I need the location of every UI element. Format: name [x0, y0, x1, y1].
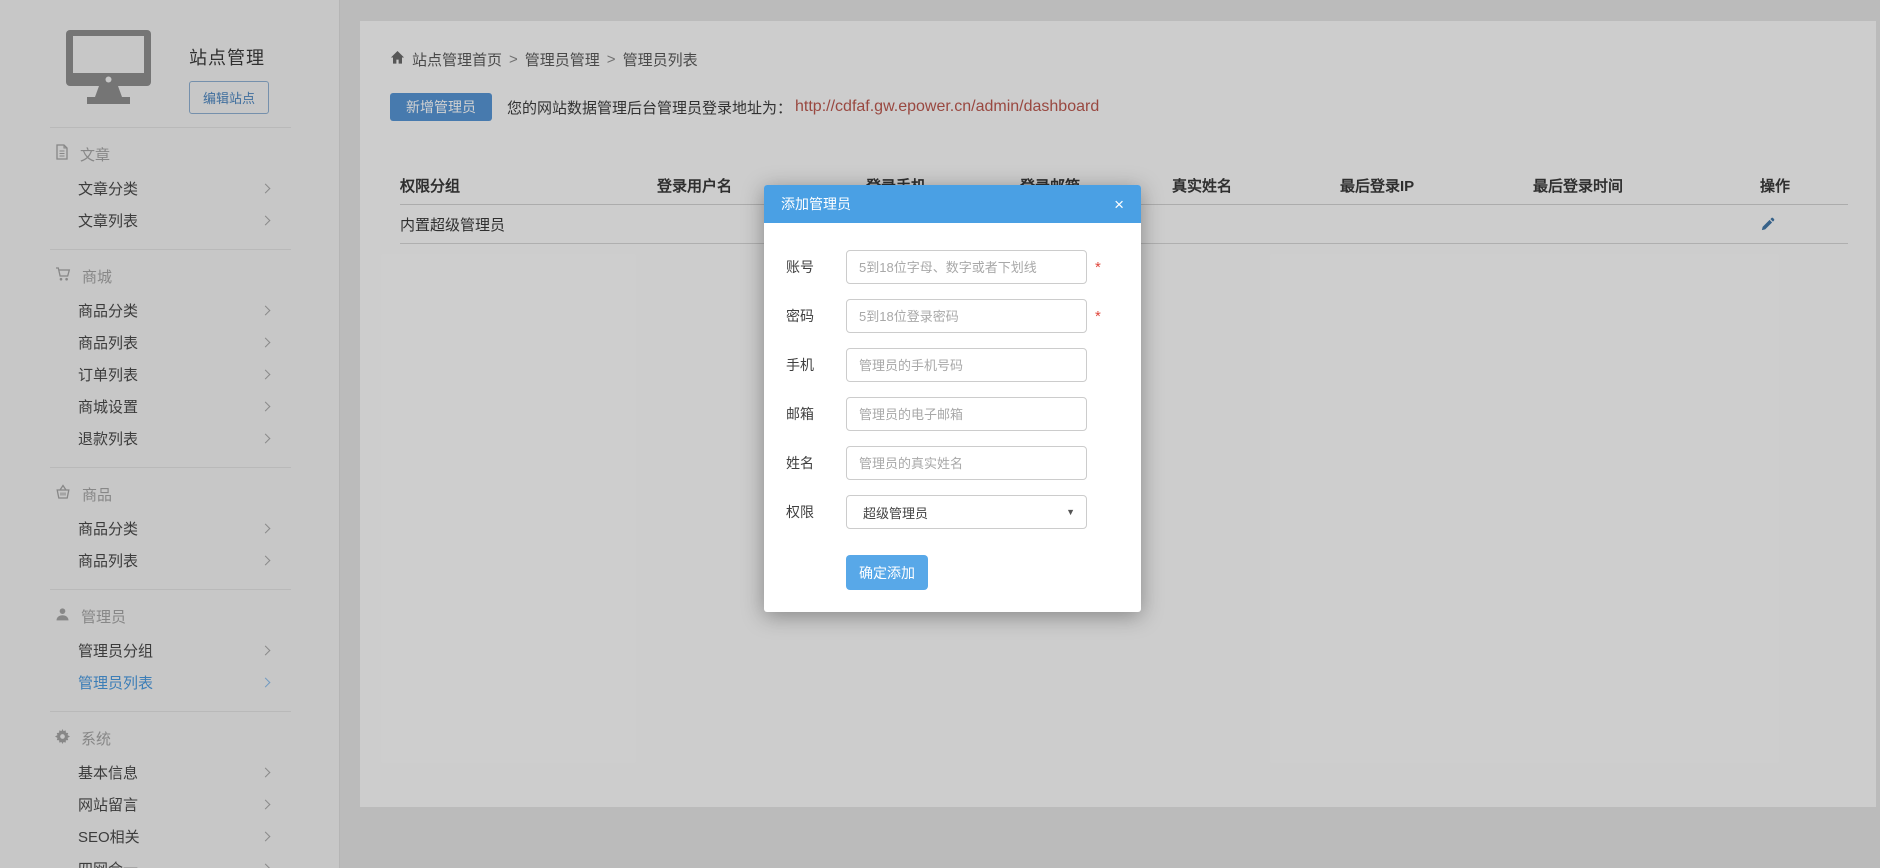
form-row-name: 姓名	[786, 446, 1141, 480]
required-mark: *	[1095, 308, 1101, 325]
modal-body: 账号 * 密码 * 手机 邮箱 姓名 权限 超级管理员 ▼	[764, 223, 1141, 590]
account-input[interactable]	[846, 250, 1087, 284]
password-label: 密码	[786, 306, 846, 326]
permission-label: 权限	[786, 502, 846, 522]
permission-select-value: 超级管理员	[863, 503, 928, 522]
modal-title: 添加管理员	[781, 194, 851, 214]
account-label: 账号	[786, 257, 846, 277]
phone-input[interactable]	[846, 348, 1087, 382]
modal-header: 添加管理员 ×	[764, 185, 1141, 223]
close-icon[interactable]: ×	[1114, 196, 1124, 213]
password-input[interactable]	[846, 299, 1087, 333]
email-label: 邮箱	[786, 404, 846, 424]
form-row-phone: 手机	[786, 348, 1141, 382]
email-input[interactable]	[846, 397, 1087, 431]
add-admin-modal: 添加管理员 × 账号 * 密码 * 手机 邮箱 姓名 权限 超	[764, 185, 1141, 612]
name-input[interactable]	[846, 446, 1087, 480]
required-mark: *	[1095, 259, 1101, 276]
form-row-permission: 权限 超级管理员 ▼	[786, 495, 1141, 529]
name-label: 姓名	[786, 453, 846, 473]
form-row-password: 密码 *	[786, 299, 1141, 333]
confirm-add-button[interactable]: 确定添加	[846, 555, 928, 590]
permission-select[interactable]: 超级管理员 ▼	[846, 495, 1087, 529]
form-row-account: 账号 *	[786, 250, 1141, 284]
phone-label: 手机	[786, 355, 846, 375]
form-row-email: 邮箱	[786, 397, 1141, 431]
caret-down-icon: ▼	[1066, 507, 1075, 517]
